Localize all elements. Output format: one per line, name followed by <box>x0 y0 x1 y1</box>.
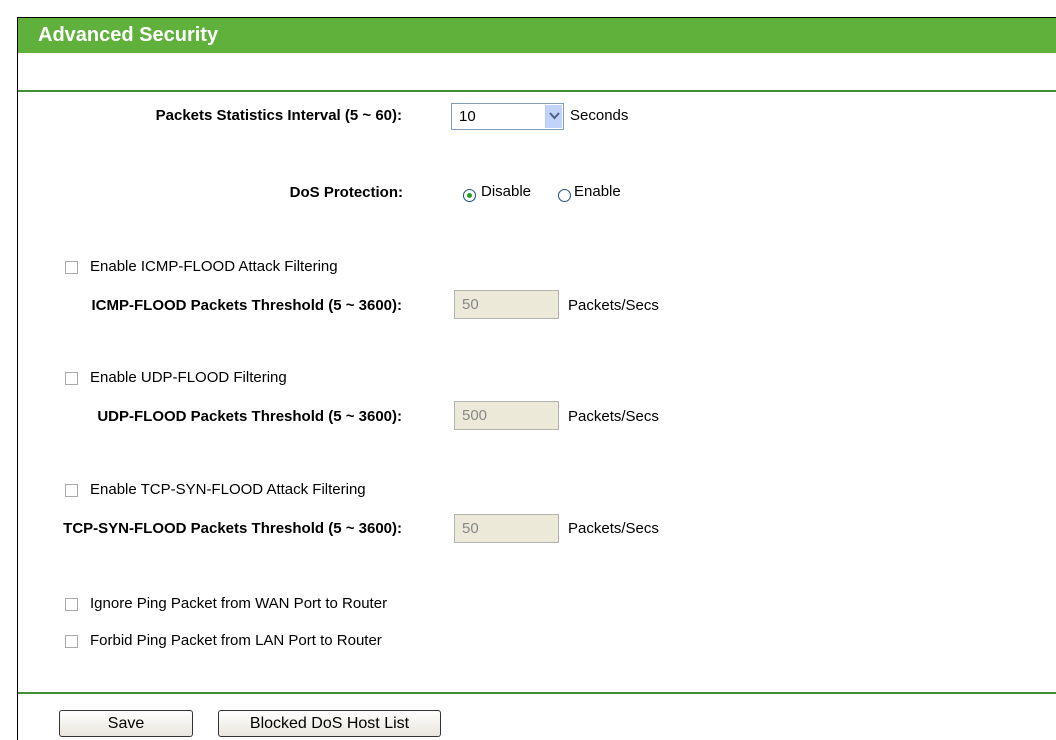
page-title: Advanced Security <box>38 24 219 46</box>
interval-select[interactable]: 10 <box>451 103 564 130</box>
dos-enable-radio[interactable] <box>558 189 571 202</box>
dos-disable-radio[interactable] <box>463 189 476 202</box>
tcp-syn-threshold-label: TCP-SYN-FLOOD Packets Threshold (5 ~ 360… <box>63 520 402 537</box>
save-button[interactable]: Save <box>59 710 193 737</box>
tcp-syn-threshold-value: 50 <box>462 520 479 537</box>
blocked-dos-host-list-button[interactable]: Blocked DoS Host List <box>218 710 441 737</box>
dos-label: DoS Protection: <box>289 184 403 201</box>
interval-label: Packets Statistics Interval (5 ~ 60): <box>155 107 402 124</box>
interval-value: 10 <box>459 108 476 125</box>
udp-threshold-input[interactable]: 500 <box>454 401 559 430</box>
udp-threshold-value: 500 <box>462 407 488 424</box>
dropdown-arrow[interactable] <box>545 105 562 128</box>
dos-disable-label: Disable <box>481 183 532 200</box>
icmp-filter-label: Enable ICMP-FLOOD Attack Filtering <box>90 258 338 275</box>
udp-filter-label: Enable UDP-FLOOD Filtering <box>90 369 287 386</box>
udp-unit: Packets/Secs <box>568 408 659 425</box>
title-bar: Advanced Security <box>18 18 1056 53</box>
icmp-filter-checkbox[interactable] <box>65 261 78 274</box>
icmp-threshold-input[interactable]: 50 <box>454 290 559 319</box>
divider-bottom <box>18 692 1056 694</box>
udp-filter-checkbox[interactable] <box>65 372 78 385</box>
interval-unit: Seconds <box>570 107 629 124</box>
ignore-wan-ping-label: Ignore Ping Packet from WAN Port to Rout… <box>90 595 388 612</box>
forbid-lan-ping-label: Forbid Ping Packet from LAN Port to Rout… <box>90 632 382 649</box>
radio-selected-dot <box>467 193 472 198</box>
divider-top <box>18 90 1056 92</box>
dos-enable-label: Enable <box>574 183 621 200</box>
forbid-lan-ping-checkbox[interactable] <box>65 635 78 648</box>
tcp-syn-filter-checkbox[interactable] <box>65 484 78 497</box>
icmp-unit: Packets/Secs <box>568 297 659 314</box>
tcp-syn-threshold-input[interactable]: 50 <box>454 514 559 543</box>
icmp-threshold-label: ICMP-FLOOD Packets Threshold (5 ~ 3600): <box>91 297 403 314</box>
udp-threshold-label: UDP-FLOOD Packets Threshold (5 ~ 3600): <box>97 408 402 425</box>
ignore-wan-ping-checkbox[interactable] <box>65 598 78 611</box>
icmp-threshold-value: 50 <box>462 296 479 313</box>
tcp-syn-filter-label: Enable TCP-SYN-FLOOD Attack Filtering <box>90 481 366 498</box>
chevron-down-icon <box>549 112 560 120</box>
tcp-syn-unit: Packets/Secs <box>568 520 659 537</box>
